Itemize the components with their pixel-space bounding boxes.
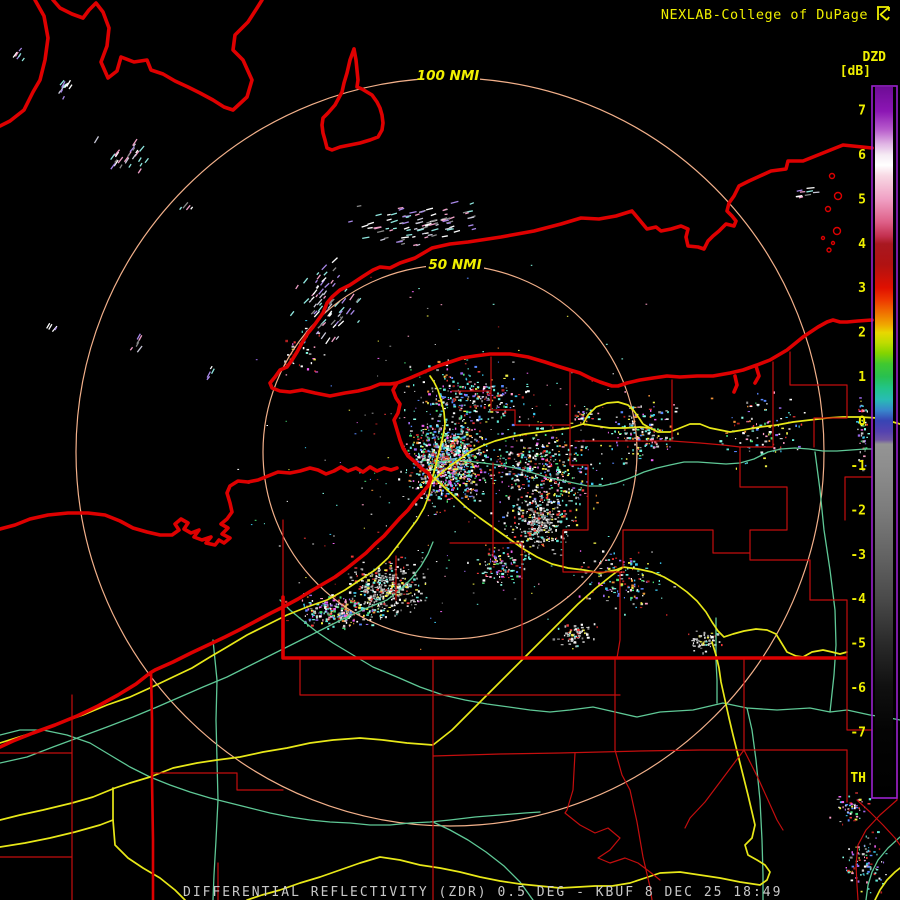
colorbar-scale (875, 87, 893, 797)
colorbar-tick-5: 5 (858, 192, 866, 207)
range-ring-label-0: 50 NMI (428, 257, 481, 273)
colorbar-tick-2: 2 (858, 326, 866, 341)
header: NEXLAB-College of DuPage (661, 7, 889, 23)
colorbar-threshold-label: TH (850, 771, 866, 786)
page-title: NEXLAB-College of DuPage (661, 7, 868, 23)
colorbar-tick--5: -5 (850, 637, 866, 652)
colorbar-tick--4: -4 (850, 592, 866, 607)
radar-display: 50 NMI 100 NMI DZD [dB] 7 6 5 4 3 2 1 0 -1 -2 -3 -4 -… (0, 0, 900, 900)
product-caption: DIFFERENTIAL REFLECTIVITY (ZDR) 0.5 DEG … (183, 885, 782, 900)
colorbar-tick--1: -1 (850, 459, 866, 474)
colorbar-tick-6: 6 (858, 148, 866, 163)
colorbar-tick-0: 0 (858, 415, 866, 430)
range-ring-label-1: 100 NMI (417, 68, 480, 84)
colorbar-tick-4: 4 (858, 237, 866, 252)
colorbar-tick--3: -3 (850, 548, 866, 563)
colorbar-unit-label: [dB] (840, 64, 871, 79)
colorbar-tick-3: 3 (858, 281, 866, 296)
colorbar-tick-1: 1 (858, 370, 866, 385)
colorbar-product-label: DZD (863, 50, 887, 65)
colorbar-tick--7: -7 (850, 726, 866, 741)
colorbar-tick-7: 7 (858, 104, 866, 119)
colorbar-tick--2: -2 (850, 503, 866, 518)
colorbar-tick--6: -6 (850, 681, 866, 696)
